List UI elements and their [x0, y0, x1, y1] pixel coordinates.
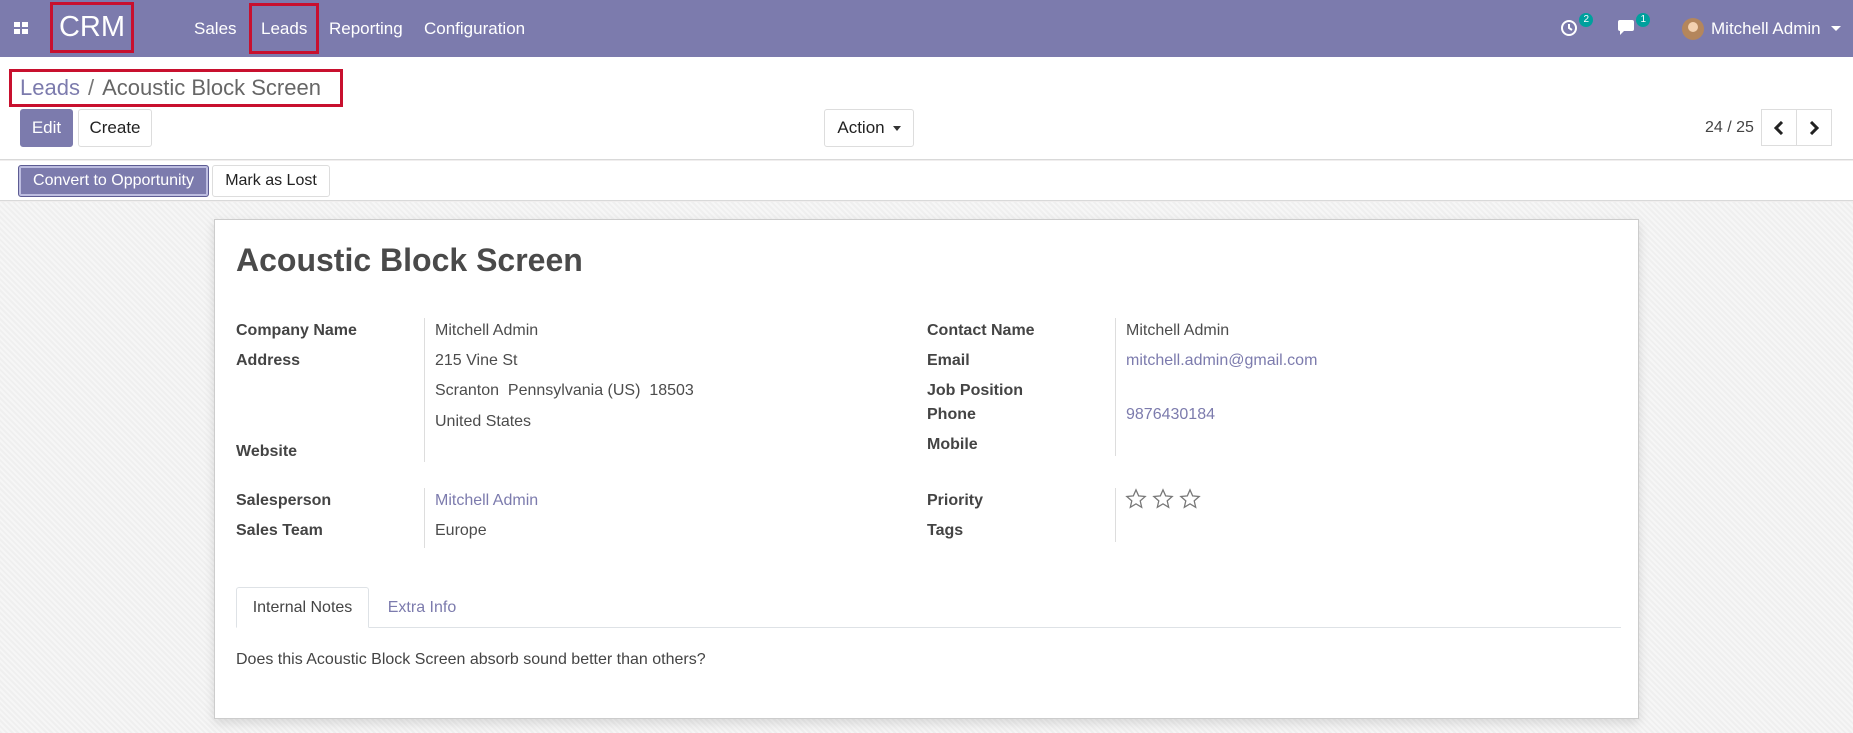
apps-menu-icon[interactable]: [10, 16, 32, 40]
menu-sales[interactable]: Sales: [194, 0, 237, 57]
star-icon[interactable]: [1152, 488, 1174, 510]
contact-name-value: Mitchell Admin: [1126, 322, 1230, 339]
edit-button[interactable]: Edit: [20, 109, 73, 147]
contact-name-label: Contact Name: [927, 322, 1035, 339]
notebook-tabs: Internal Notes Extra Info: [236, 587, 1621, 628]
control-panel: Leads / Acoustic Block Screen Edit Creat…: [0, 57, 1853, 160]
salesperson-link[interactable]: Mitchell Admin: [435, 492, 538, 510]
breadcrumb-current: Acoustic Block Screen: [102, 75, 321, 100]
company-name-value: Mitchell Admin: [435, 322, 539, 339]
tags-label: Tags: [927, 522, 964, 539]
pager-previous-button[interactable]: [1761, 109, 1797, 146]
menu-leads[interactable]: Leads: [249, 3, 320, 54]
email-link[interactable]: mitchell.admin@gmail.com: [1126, 352, 1317, 370]
mobile-label: Mobile: [927, 436, 978, 453]
activity-badge: 2: [1579, 13, 1593, 27]
pager-value: 24 / 25: [1705, 119, 1754, 136]
breadcrumb: Leads / Acoustic Block Screen: [9, 69, 343, 107]
user-name: Mitchell Admin: [1711, 18, 1821, 38]
salesperson-label: Salesperson: [236, 492, 332, 509]
record-title: Acoustic Block Screen: [236, 242, 583, 278]
convert-to-opportunity-button[interactable]: Convert to Opportunity: [18, 165, 209, 197]
menu-configuration[interactable]: Configuration: [424, 0, 525, 57]
priority-label: Priority: [927, 492, 984, 509]
chevron-down-icon: [1830, 26, 1841, 31]
chevron-left-icon: [1774, 120, 1784, 135]
phone-label: Phone: [927, 406, 976, 423]
priority-stars: [1125, 488, 1201, 510]
email-label: Email: [927, 352, 970, 369]
mark-as-lost-button[interactable]: Mark as Lost: [212, 165, 330, 197]
star-icon[interactable]: [1179, 488, 1201, 510]
breadcrumb-leads-link[interactable]: Leads: [20, 75, 80, 101]
chevron-right-icon: [1809, 120, 1819, 135]
job-position-label: Job Position: [927, 382, 1023, 399]
address-country: United States: [435, 413, 532, 430]
address-city-line: Scranton Pennsylvania (US) 18503: [435, 382, 694, 399]
field-divider: [424, 488, 425, 548]
address-street: 215 Vine St: [435, 352, 518, 369]
company-name-label: Company Name: [236, 322, 357, 339]
internal-notes-text[interactable]: Does this Acoustic Block Screen absorb s…: [236, 651, 706, 669]
action-dropdown[interactable]: Action: [824, 109, 914, 147]
phone-link[interactable]: 9876430184: [1126, 406, 1215, 424]
breadcrumb-separator: /: [87, 75, 95, 100]
field-divider: [1115, 318, 1116, 456]
address-label: Address: [236, 352, 301, 369]
sales-team-label: Sales Team: [236, 522, 323, 539]
messages-badge: 1: [1636, 13, 1650, 27]
pager-next-button[interactable]: [1796, 109, 1832, 146]
create-button[interactable]: Create: [78, 109, 152, 147]
field-divider: [1115, 488, 1116, 542]
website-label: Website: [236, 443, 298, 460]
avatar: [1682, 17, 1704, 40]
tab-extra-info[interactable]: Extra Info: [370, 587, 474, 628]
form-sheet: Acoustic Block Screen Company Name Mitch…: [214, 219, 1639, 719]
star-icon[interactable]: [1125, 488, 1147, 510]
activity-icon[interactable]: 2: [1555, 13, 1593, 43]
messages-icon[interactable]: 1: [1612, 13, 1650, 43]
menu-reporting[interactable]: Reporting: [329, 0, 403, 57]
status-bar: Convert to Opportunity Mark as Lost: [0, 161, 1853, 201]
user-menu[interactable]: Mitchell Admin: [1682, 0, 1841, 57]
chevron-down-icon: [892, 125, 901, 131]
top-navbar: CRM Sales Leads Reporting Configuration …: [0, 0, 1853, 57]
tab-internal-notes[interactable]: Internal Notes: [236, 587, 369, 628]
action-label: Action: [837, 118, 885, 137]
sales-team-value: Europe: [435, 522, 487, 539]
app-brand[interactable]: CRM: [50, 2, 134, 53]
field-divider: [424, 318, 425, 462]
